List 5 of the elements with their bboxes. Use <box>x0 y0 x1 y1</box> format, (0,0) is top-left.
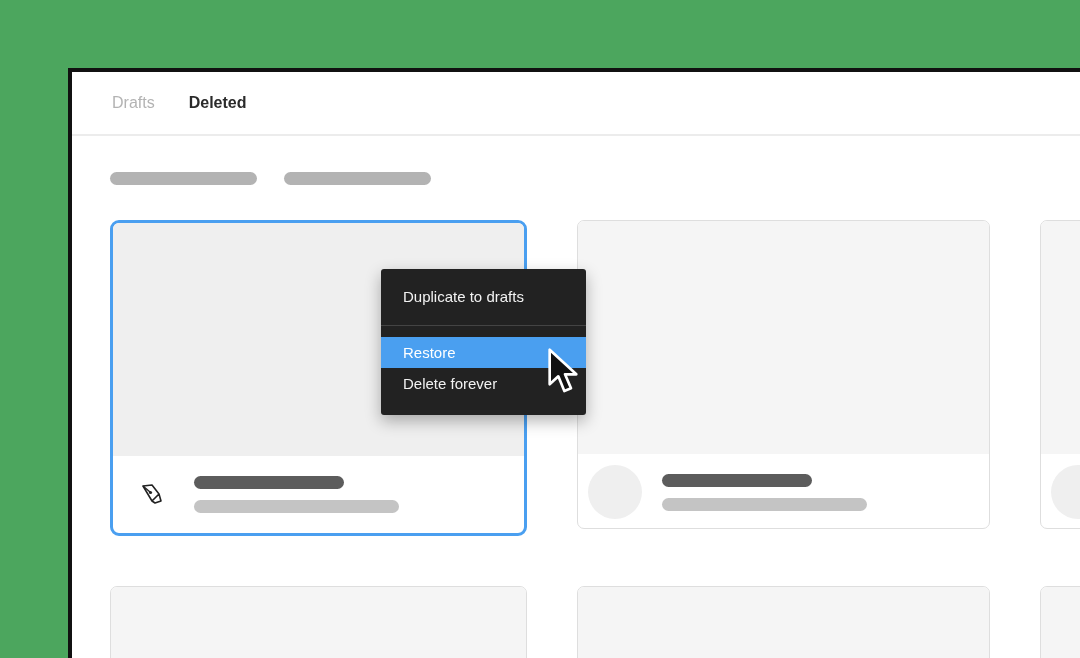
tab[interactable]: Deleted <box>186 90 249 116</box>
menu-item[interactable]: Duplicate to drafts <box>381 281 586 312</box>
pointer-cursor-icon <box>547 347 579 395</box>
pen-icon <box>140 482 164 506</box>
menu-item[interactable]: Delete forever <box>381 368 586 399</box>
